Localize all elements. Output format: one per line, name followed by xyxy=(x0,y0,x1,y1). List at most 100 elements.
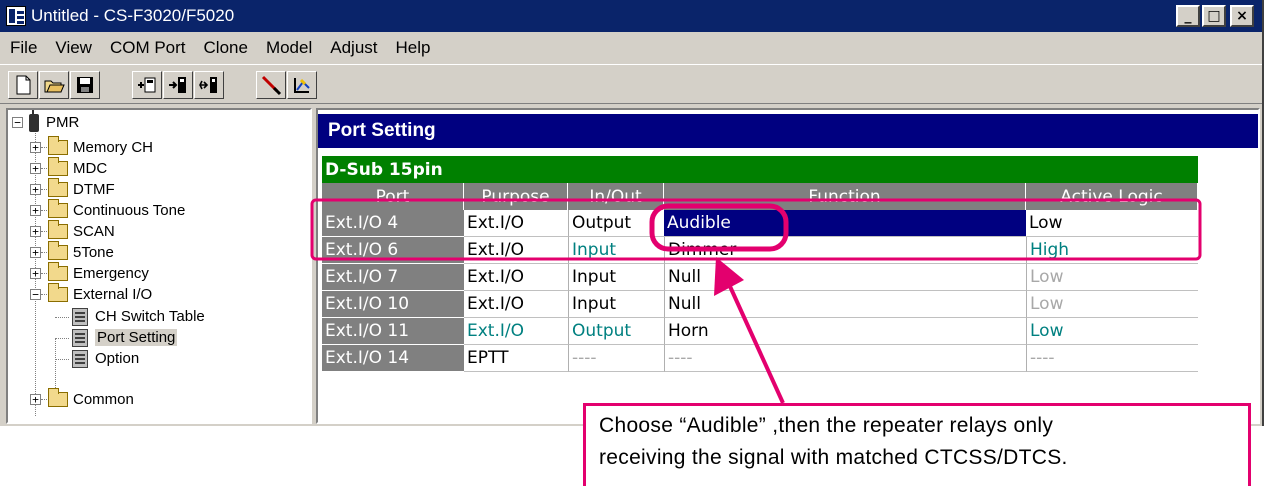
menu-view[interactable]: View xyxy=(55,38,92,58)
purpose-cell[interactable]: EPTT xyxy=(464,345,568,372)
menu-adjust[interactable]: Adjust xyxy=(330,38,377,58)
purpose-cell[interactable]: Ext.I/O xyxy=(464,291,568,318)
collapse-icon[interactable]: − xyxy=(12,117,23,128)
inout-cell[interactable]: Output xyxy=(568,318,664,345)
function-cell[interactable]: Horn xyxy=(664,318,1026,345)
table-row: Ext.I/O 14 EPTT ---- ---- ---- xyxy=(322,345,1198,372)
tree-label: DTMF xyxy=(73,181,115,198)
folder-icon xyxy=(48,199,68,218)
column-header-function[interactable]: Function xyxy=(664,183,1026,210)
inout-cell[interactable]: ---- xyxy=(568,345,664,372)
expand-icon[interactable]: + xyxy=(30,205,41,216)
callout-line-2: receiving the signal with matched CTCSS/… xyxy=(599,446,1068,469)
tree-node-5tone[interactable]: 5Tone xyxy=(48,241,114,263)
title-bar: Untitled - CS-F3020/F5020 _ □ × xyxy=(0,0,1262,32)
folder-icon xyxy=(48,220,68,239)
radio-icon xyxy=(29,110,39,132)
document-icon xyxy=(72,307,88,326)
tree-node-emergency[interactable]: Emergency xyxy=(48,262,149,284)
info-button[interactable] xyxy=(287,71,317,99)
function-cell[interactable]: Null xyxy=(664,264,1026,291)
write-radio-button[interactable] xyxy=(163,71,193,99)
column-header-purpose[interactable]: Purpose xyxy=(464,183,568,210)
menu-help[interactable]: Help xyxy=(396,38,431,58)
new-file-button[interactable] xyxy=(8,71,38,99)
active-logic-cell[interactable]: ---- xyxy=(1026,345,1198,372)
collapse-icon[interactable]: − xyxy=(30,289,41,300)
tree-node-continuous-tone[interactable]: Continuous Tone xyxy=(48,199,185,221)
tree-label: CH Switch Table xyxy=(95,308,205,325)
tree-node-port-setting[interactable]: Port Setting xyxy=(72,327,178,348)
group-header: D-Sub 15pin xyxy=(322,156,1198,183)
read-radio-button[interactable] xyxy=(132,71,162,99)
port-cell[interactable]: Ext.I/O 7 xyxy=(322,264,464,291)
expand-icon[interactable]: + xyxy=(30,394,41,405)
document-icon xyxy=(72,328,88,347)
tree-node-ch-switch-table[interactable]: CH Switch Table xyxy=(72,306,205,327)
function-cell[interactable]: Dimmer xyxy=(664,237,1026,264)
column-header-active-logic[interactable]: Active Logic xyxy=(1026,183,1198,210)
port-cell[interactable]: Ext.I/O 6 xyxy=(322,237,464,264)
inout-cell[interactable]: Input xyxy=(568,291,664,318)
expand-icon[interactable]: + xyxy=(30,226,41,237)
folder-icon xyxy=(48,136,68,155)
minimize-button[interactable]: _ xyxy=(1176,5,1200,27)
clone-button[interactable] xyxy=(194,71,224,99)
function-cell-selected[interactable]: Audible xyxy=(664,210,1026,237)
save-button[interactable] xyxy=(70,71,100,99)
inout-cell[interactable]: Input xyxy=(568,237,664,264)
port-cell[interactable]: Ext.I/O 14 xyxy=(322,345,464,372)
tree-label: Common xyxy=(73,391,134,408)
cut-button[interactable] xyxy=(256,71,286,99)
expand-icon[interactable]: + xyxy=(30,247,41,258)
expand-icon[interactable]: + xyxy=(30,142,41,153)
column-header-inout[interactable]: In/Out xyxy=(568,183,664,210)
port-cell[interactable]: Ext.I/O 11 xyxy=(322,318,464,345)
expand-icon[interactable]: + xyxy=(30,163,41,174)
column-header-port[interactable]: Port xyxy=(322,183,464,210)
tree-node-mdc[interactable]: MDC xyxy=(48,157,107,179)
inout-cell[interactable]: Input xyxy=(568,264,664,291)
inout-cell[interactable]: Output xyxy=(568,210,664,237)
tree-node-memory-ch[interactable]: Memory CH xyxy=(48,136,153,158)
tree-label: SCAN xyxy=(73,223,115,240)
maximize-button[interactable]: □ xyxy=(1202,5,1226,27)
purpose-cell[interactable]: Ext.I/O xyxy=(464,264,568,291)
purpose-cell[interactable]: Ext.I/O xyxy=(464,210,568,237)
open-button[interactable] xyxy=(39,71,69,99)
table-row: Ext.I/O 4 Ext.I/O Output Audible Low xyxy=(322,210,1198,237)
close-button[interactable]: × xyxy=(1230,5,1254,27)
menu-model[interactable]: Model xyxy=(266,38,312,58)
active-logic-cell[interactable]: Low xyxy=(1026,291,1198,318)
port-cell[interactable]: Ext.I/O 4 xyxy=(322,210,464,237)
expand-icon[interactable]: + xyxy=(30,184,41,195)
menu-file[interactable]: File xyxy=(10,38,37,58)
active-logic-cell[interactable]: High xyxy=(1026,237,1198,264)
port-cell[interactable]: Ext.I/O 10 xyxy=(322,291,464,318)
menu-clone[interactable]: Clone xyxy=(204,38,248,58)
active-logic-cell[interactable]: Low xyxy=(1026,264,1198,291)
window-controls: _ □ × xyxy=(1176,5,1254,27)
tree-label: 5Tone xyxy=(73,244,114,261)
tree-node-pmr[interactable]: − PMR xyxy=(12,110,79,133)
purpose-cell[interactable]: Ext.I/O xyxy=(464,237,568,264)
function-cell[interactable]: ---- xyxy=(664,345,1026,372)
tree-node-scan[interactable]: SCAN xyxy=(48,220,115,242)
tree-node-dtmf[interactable]: DTMF xyxy=(48,178,115,200)
active-logic-cell[interactable]: Low xyxy=(1026,318,1198,345)
expand-icon[interactable]: + xyxy=(30,268,41,279)
active-logic-cell[interactable]: Low xyxy=(1026,210,1198,237)
app-icon[interactable] xyxy=(6,6,26,26)
document-icon xyxy=(72,349,88,368)
tree-node-common[interactable]: Common xyxy=(48,388,134,410)
folder-icon xyxy=(48,283,68,302)
folder-icon xyxy=(48,157,68,176)
app-window: Untitled - CS-F3020/F5020 _ □ × File Vie… xyxy=(0,0,1264,426)
tree-node-option[interactable]: Option xyxy=(72,348,139,369)
toolbar xyxy=(0,64,1262,104)
callout-line-1: Choose “Audible” ,then the repeater rela… xyxy=(599,414,1054,437)
function-cell[interactable]: Null xyxy=(664,291,1026,318)
tree-node-external-io[interactable]: External I/O xyxy=(48,283,152,305)
purpose-cell[interactable]: Ext.I/O xyxy=(464,318,568,345)
menu-com-port[interactable]: COM Port xyxy=(110,38,186,58)
